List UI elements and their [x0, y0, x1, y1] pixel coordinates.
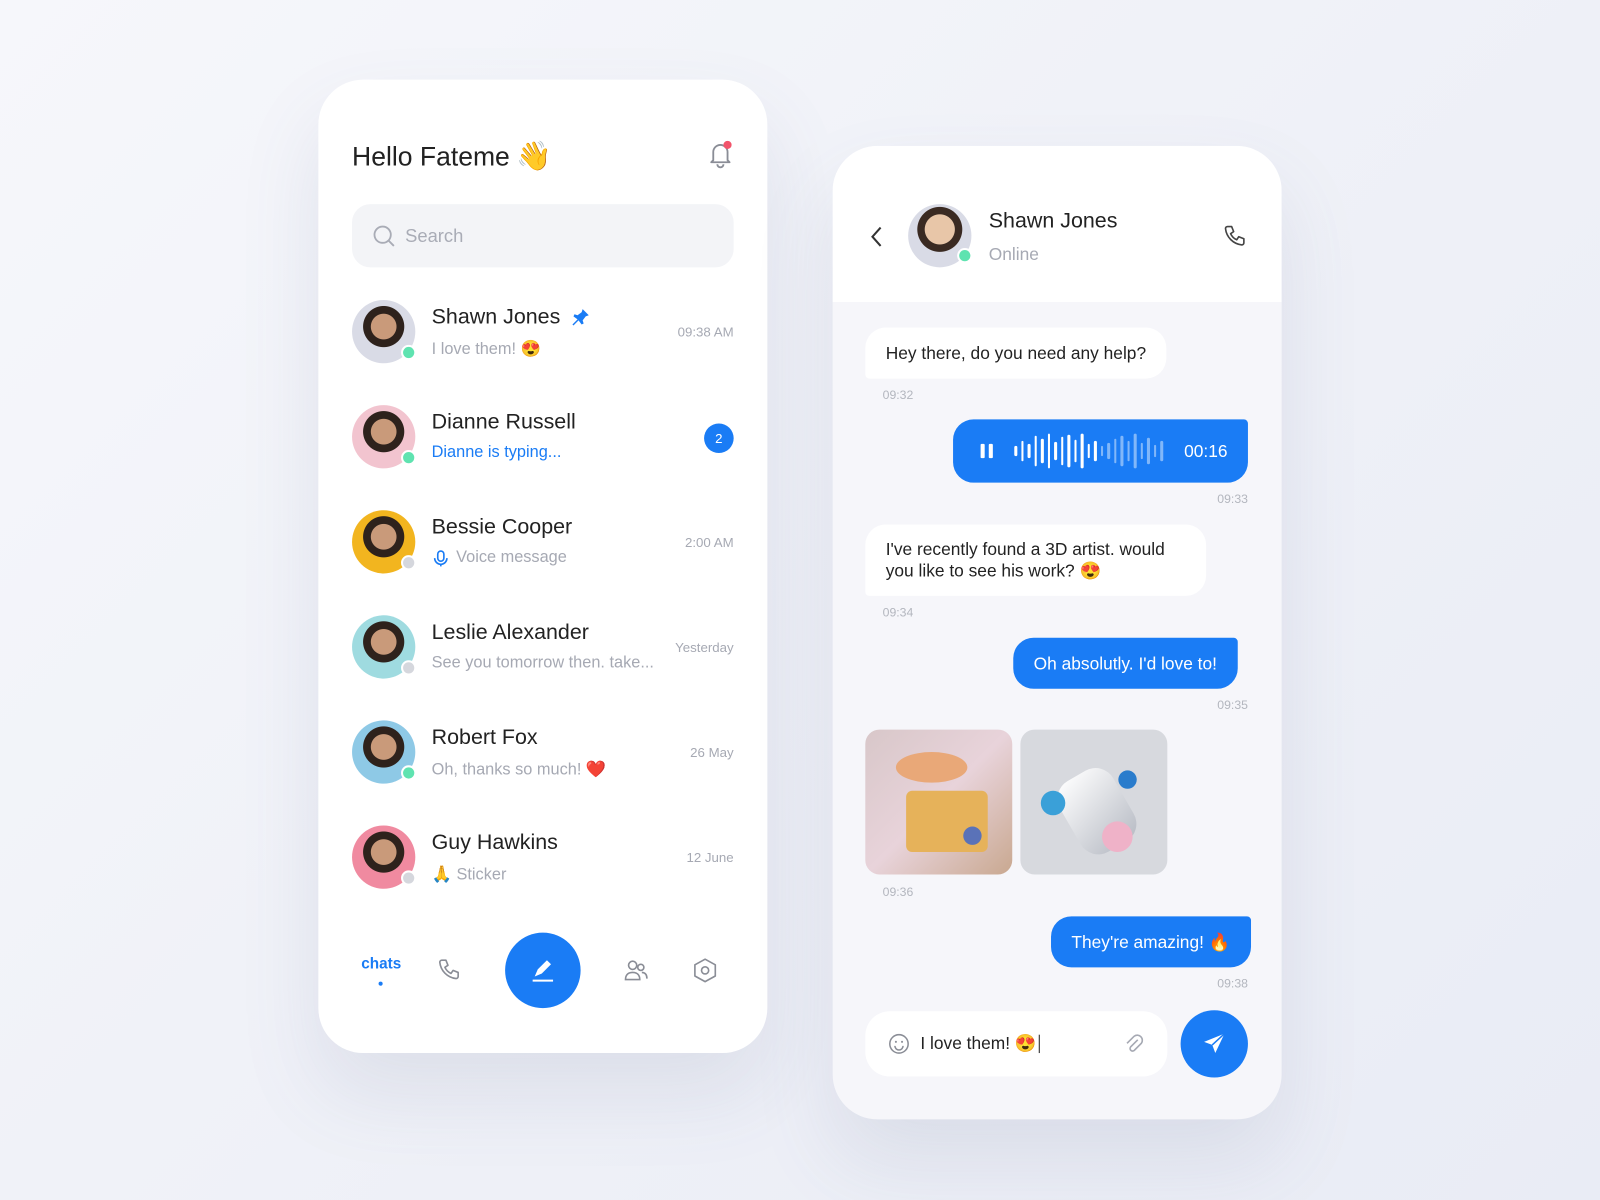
search-placeholder: Search	[405, 224, 464, 246]
settings-icon[interactable]	[692, 957, 719, 984]
unread-badge: 2	[704, 423, 734, 454]
image-attachment[interactable]	[865, 729, 1013, 875]
compose-button[interactable]	[505, 932, 581, 1009]
presence-indicator	[401, 870, 417, 886]
message-time: 12 June	[686, 849, 734, 866]
message-time: 09:36	[882, 884, 914, 899]
presence-indicator	[401, 555, 417, 571]
online-indicator	[957, 247, 973, 264]
message-incoming: Hey there, do you need any help?	[865, 327, 1167, 379]
back-arrow-icon[interactable]	[869, 226, 885, 248]
send-icon	[1204, 1033, 1225, 1054]
message-preview: I love them! 😍	[431, 340, 541, 359]
bell-icon[interactable]	[706, 139, 735, 170]
message-outgoing: They're amazing! 🔥	[1051, 916, 1251, 968]
message-time: 09:32	[882, 387, 914, 403]
presence-indicator	[401, 344, 417, 361]
pin-icon	[572, 309, 589, 326]
waveform-bar	[1014, 445, 1017, 457]
message-time: 09:33	[1217, 491, 1248, 507]
waveform-bar	[1107, 442, 1110, 460]
message-input[interactable]: I love them! 😍	[865, 1011, 1168, 1077]
contact-name: Shawn Jones	[988, 209, 1118, 233]
contact-name: Shawn Jones	[431, 305, 561, 329]
message-incoming: I've recently found a 3D artist. would y…	[865, 524, 1207, 596]
message-time: Yesterday	[675, 639, 734, 656]
waveform-bar	[1040, 438, 1044, 464]
message-preview: See you tomorrow then. take...	[431, 654, 654, 672]
waveform-bar	[1153, 444, 1157, 458]
active-tab-indicator	[378, 981, 383, 986]
contact-name: Robert Fox	[431, 725, 538, 749]
waveform-bar	[1120, 435, 1123, 467]
message-time: 09:38 AM	[677, 324, 734, 340]
search-icon	[373, 225, 395, 247]
tab-chats[interactable]: chats	[361, 955, 401, 972]
waveform-bar	[1133, 433, 1137, 469]
call-icon[interactable]	[1222, 223, 1249, 250]
conversation-screen: Shawn Jones Online Hey there, do you nee…	[832, 145, 1282, 1120]
waveform-bar	[1087, 443, 1090, 459]
voice-duration: 00:16	[1184, 441, 1228, 461]
waveform-bar	[1027, 443, 1031, 459]
message-time: 09:35	[1217, 697, 1248, 713]
message-preview: Oh, thanks so much! ❤️	[431, 761, 607, 779]
chat-list-item[interactable]: Shawn Jones I love them! 😍 09:38 AM	[352, 299, 734, 365]
chat-list-screen: Hello Fateme 👋 Search Shawn Jones I love …	[318, 79, 768, 1054]
message-time: 09:34	[882, 605, 914, 620]
contact-name: Guy Hawkins	[431, 830, 558, 855]
pen-icon	[532, 960, 554, 982]
message-preview: Voice message	[456, 548, 567, 567]
emoji-icon[interactable]	[888, 1033, 910, 1055]
waveform-bar	[1034, 435, 1037, 467]
message-preview: 🙏 Sticker	[431, 866, 507, 884]
chat-list-item[interactable]: Dianne Russell Dianne is typing... 2	[352, 405, 734, 470]
message-time: 09:38	[1217, 976, 1248, 991]
waveform-bar	[1113, 438, 1117, 464]
contact-name: Bessie Cooper	[431, 515, 573, 539]
voice-message[interactable]: 00:16	[953, 419, 1248, 483]
waveform[interactable]	[1014, 433, 1167, 469]
message-preview: Dianne is typing...	[431, 443, 562, 462]
message-outgoing: Oh absolutly. I'd love to!	[1013, 637, 1238, 689]
bottom-nav: chats	[318, 932, 767, 1009]
waveform-bar	[1067, 434, 1070, 468]
waveform-bar	[1047, 433, 1050, 469]
attachment-icon[interactable]	[1122, 1033, 1144, 1055]
chat-list-item[interactable]: Bessie Cooper Voice message 2:00 AM	[352, 510, 734, 575]
image-attachment[interactable]	[1020, 729, 1168, 875]
waveform-bar	[1140, 442, 1143, 460]
pause-icon[interactable]	[980, 442, 996, 460]
chat-list-item[interactable]: Leslie Alexander See you tomorrow then. …	[352, 615, 734, 680]
microphone-icon	[433, 550, 448, 567]
contact-status: Online	[988, 244, 1039, 265]
contact-name: Leslie Alexander	[431, 620, 589, 644]
waveform-bar	[1054, 441, 1057, 461]
waveform-bar	[1127, 440, 1130, 462]
waveform-bar	[1146, 437, 1150, 465]
greeting: Hello Fateme 👋	[352, 139, 552, 172]
chat-list-item[interactable]: Guy Hawkins 🙏 Sticker 12 June	[352, 825, 734, 891]
contact-name: Dianne Russell	[431, 410, 576, 434]
waveform-bar	[1100, 445, 1104, 457]
waveform-bar	[1160, 440, 1163, 462]
phone-icon[interactable]	[437, 957, 464, 984]
search-input[interactable]: Search	[352, 204, 734, 268]
waveform-bar	[1093, 440, 1097, 462]
presence-indicator	[401, 765, 417, 781]
presence-indicator	[401, 449, 417, 466]
message-input-value[interactable]: I love them! 😍	[920, 1034, 1036, 1054]
message-time: 26 May	[690, 744, 734, 761]
contacts-icon[interactable]	[622, 957, 649, 984]
chat-list-item[interactable]: Robert Fox Oh, thanks so much! ❤️ 26 May	[352, 720, 734, 785]
waveform-bar	[1060, 436, 1064, 466]
waving-hand-icon: 👋	[515, 139, 552, 172]
waveform-bar	[1020, 440, 1024, 462]
send-button[interactable]	[1180, 1010, 1248, 1078]
conversation-header: Shawn Jones Online	[832, 145, 1282, 303]
waveform-bar	[1073, 439, 1077, 463]
presence-indicator	[401, 660, 417, 676]
message-time: 2:00 AM	[684, 534, 734, 550]
waveform-bar	[1080, 433, 1084, 469]
